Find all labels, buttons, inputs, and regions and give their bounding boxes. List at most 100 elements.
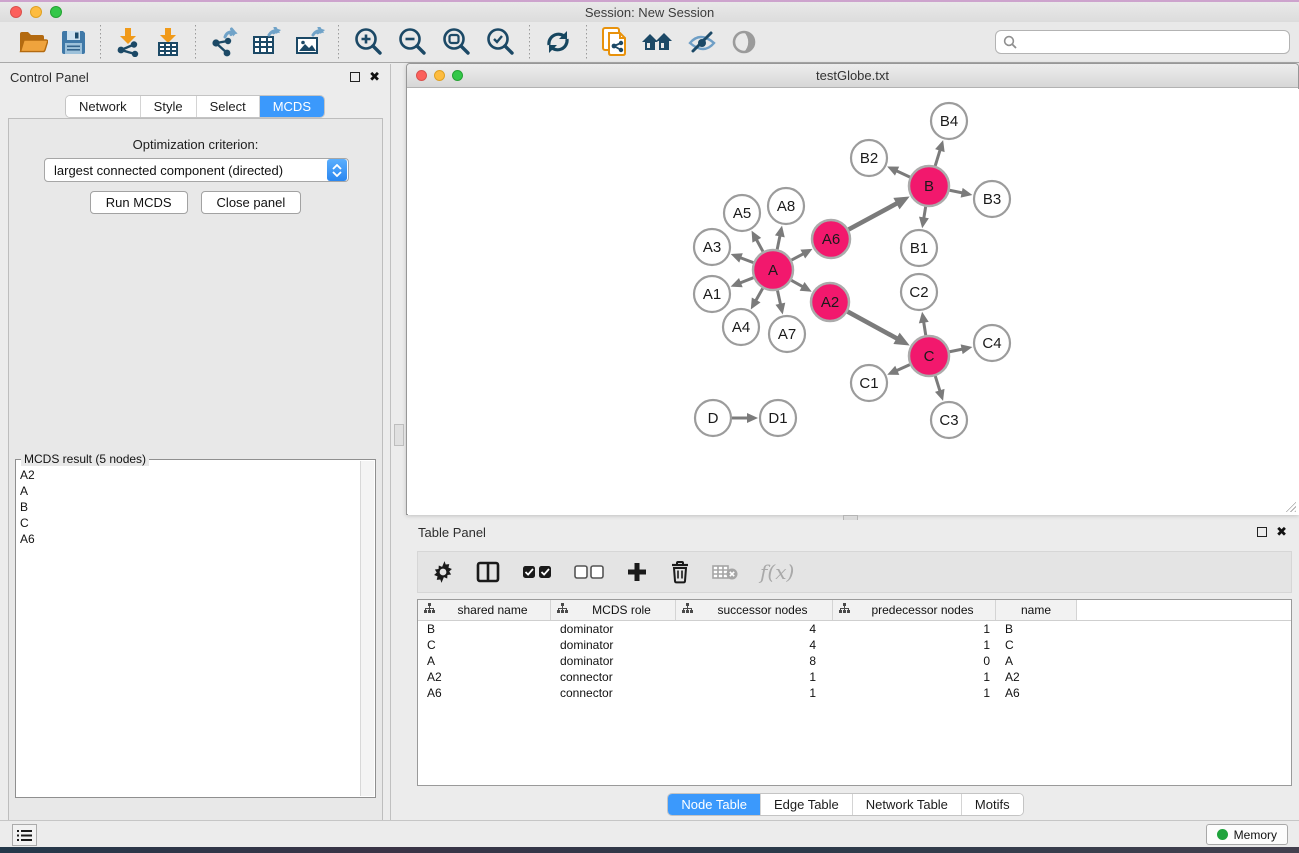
graph-node-A1[interactable]: A1: [694, 276, 730, 312]
graph-node-A7[interactable]: A7: [769, 316, 805, 352]
show-all-icon[interactable]: [724, 24, 764, 60]
tab-select[interactable]: Select: [197, 96, 260, 117]
deselect-checks-icon[interactable]: [574, 565, 604, 579]
result-scrollbar[interactable]: [360, 461, 374, 796]
graph-node-A8[interactable]: A8: [768, 188, 804, 224]
table-row[interactable]: Cdominator41C: [418, 637, 1291, 653]
tab-network[interactable]: Network: [66, 96, 141, 117]
memory-button[interactable]: Memory: [1206, 824, 1288, 845]
column-header-name[interactable]: name: [996, 600, 1077, 620]
column-header-shared-name[interactable]: shared name: [418, 600, 551, 620]
edge-A-A6[interactable]: [792, 253, 805, 260]
graph-node-B[interactable]: B: [909, 166, 949, 206]
graph-node-C2[interactable]: C2: [901, 274, 937, 310]
edge-A2-C[interactable]: [848, 312, 899, 340]
column-header-predecessor-nodes[interactable]: predecessor nodes: [833, 600, 996, 620]
float-panel-icon[interactable]: [350, 72, 360, 82]
edge-B-B4[interactable]: [935, 149, 940, 166]
edge-C-C1[interactable]: [895, 365, 909, 371]
settings-icon[interactable]: [432, 561, 454, 583]
close-panel-button[interactable]: Close panel: [201, 191, 302, 214]
result-item[interactable]: C: [20, 515, 357, 531]
graph-node-D[interactable]: D: [695, 400, 731, 436]
graph-node-A2[interactable]: A2: [811, 283, 849, 321]
import-network-icon[interactable]: [108, 24, 148, 60]
function-builder-icon[interactable]: f(x): [760, 560, 794, 584]
export-image-icon[interactable]: [288, 24, 331, 60]
graph-node-B1[interactable]: B1: [901, 230, 937, 266]
table-row[interactable]: Adominator80A: [418, 653, 1291, 669]
graph-node-A3[interactable]: A3: [694, 229, 730, 265]
graph-node-B3[interactable]: B3: [974, 181, 1010, 217]
edge-C-C2[interactable]: [923, 321, 925, 336]
clone-network-icon[interactable]: [594, 24, 634, 60]
open-file-icon[interactable]: [12, 24, 54, 60]
float-table-panel-icon[interactable]: [1257, 527, 1267, 537]
delete-table-icon[interactable]: [712, 563, 738, 581]
add-column-icon[interactable]: [626, 561, 648, 583]
graph-node-C4[interactable]: C4: [974, 325, 1010, 361]
graph-node-D1[interactable]: D1: [760, 400, 796, 436]
delete-column-icon[interactable]: [670, 560, 690, 584]
result-item[interactable]: A2: [20, 467, 357, 483]
edge-B-B2[interactable]: [895, 170, 910, 177]
network-window-titlebar[interactable]: testGlobe.txt: [407, 64, 1298, 88]
hide-selected-icon[interactable]: [680, 24, 724, 60]
edge-A-A5[interactable]: [756, 238, 763, 251]
zoom-selected-icon[interactable]: [478, 24, 522, 60]
table-row[interactable]: A6connector11A6: [418, 685, 1291, 701]
graph-node-C[interactable]: C: [909, 336, 949, 376]
edge-B-B3[interactable]: [950, 190, 964, 193]
close-panel-icon[interactable]: ✖: [369, 72, 380, 82]
export-network-icon[interactable]: [203, 24, 245, 60]
edge-C-C4[interactable]: [950, 349, 964, 352]
apply-layout-icon[interactable]: [537, 24, 579, 60]
search-input[interactable]: [1021, 32, 1289, 52]
edge-A-A4[interactable]: [755, 288, 763, 301]
tab-edge-table[interactable]: Edge Table: [761, 794, 853, 815]
tab-style[interactable]: Style: [141, 96, 197, 117]
edge-C-C3[interactable]: [935, 376, 940, 392]
edge-A-A3[interactable]: [739, 257, 753, 262]
column-header-successor-nodes[interactable]: successor nodes: [676, 600, 833, 620]
table-row[interactable]: Bdominator41B: [418, 621, 1291, 637]
task-history-button[interactable]: [12, 824, 37, 846]
edge-A-A2[interactable]: [791, 280, 804, 287]
first-neighbors-icon[interactable]: [634, 24, 680, 60]
result-item[interactable]: A: [20, 483, 357, 499]
tab-motifs[interactable]: Motifs: [962, 794, 1023, 815]
column-header-MCDS-role[interactable]: MCDS role: [551, 600, 676, 620]
graph-node-B4[interactable]: B4: [931, 103, 967, 139]
graph-node-C1[interactable]: C1: [851, 365, 887, 401]
zoom-fit-icon[interactable]: [434, 24, 478, 60]
edge-A-A8[interactable]: [777, 234, 780, 249]
criterion-dropdown[interactable]: largest connected component (directed): [44, 158, 349, 182]
panel-divider-handle[interactable]: [394, 424, 404, 446]
node-table[interactable]: shared nameMCDS rolesuccessor nodesprede…: [417, 599, 1292, 786]
save-session-icon[interactable]: [54, 24, 93, 60]
graph-node-A[interactable]: A: [753, 250, 793, 290]
graph-node-A4[interactable]: A4: [723, 309, 759, 345]
tab-node-table[interactable]: Node Table: [668, 794, 761, 815]
import-table-icon[interactable]: [148, 24, 188, 60]
edge-A6-B[interactable]: [849, 203, 899, 230]
network-graph[interactable]: B4B2BB3A8A5A6A3B1AC2A1A2A4A7C4CC1DD1C3: [408, 89, 1299, 515]
result-item[interactable]: A6: [20, 531, 357, 547]
edge-A-A1[interactable]: [739, 278, 753, 284]
zoom-out-icon[interactable]: [390, 24, 434, 60]
network-canvas[interactable]: B4B2BB3A8A5A6A3B1AC2A1A2A4A7C4CC1DD1C3: [408, 89, 1299, 515]
close-table-panel-icon[interactable]: ✖: [1276, 527, 1287, 537]
graph-node-B2[interactable]: B2: [851, 140, 887, 176]
graph-node-A6[interactable]: A6: [812, 220, 850, 258]
tab-mcds[interactable]: MCDS: [260, 96, 324, 117]
result-item[interactable]: B: [20, 499, 357, 515]
run-mcds-button[interactable]: Run MCDS: [90, 191, 188, 214]
table-row[interactable]: A2connector11A2: [418, 669, 1291, 685]
zoom-in-icon[interactable]: [346, 24, 390, 60]
graph-node-C3[interactable]: C3: [931, 402, 967, 438]
edge-A-A7[interactable]: [777, 291, 780, 306]
tab-network-table[interactable]: Network Table: [853, 794, 962, 815]
export-table-icon[interactable]: [245, 24, 288, 60]
select-all-checks-icon[interactable]: [522, 565, 552, 579]
column-view-icon[interactable]: [476, 561, 500, 583]
